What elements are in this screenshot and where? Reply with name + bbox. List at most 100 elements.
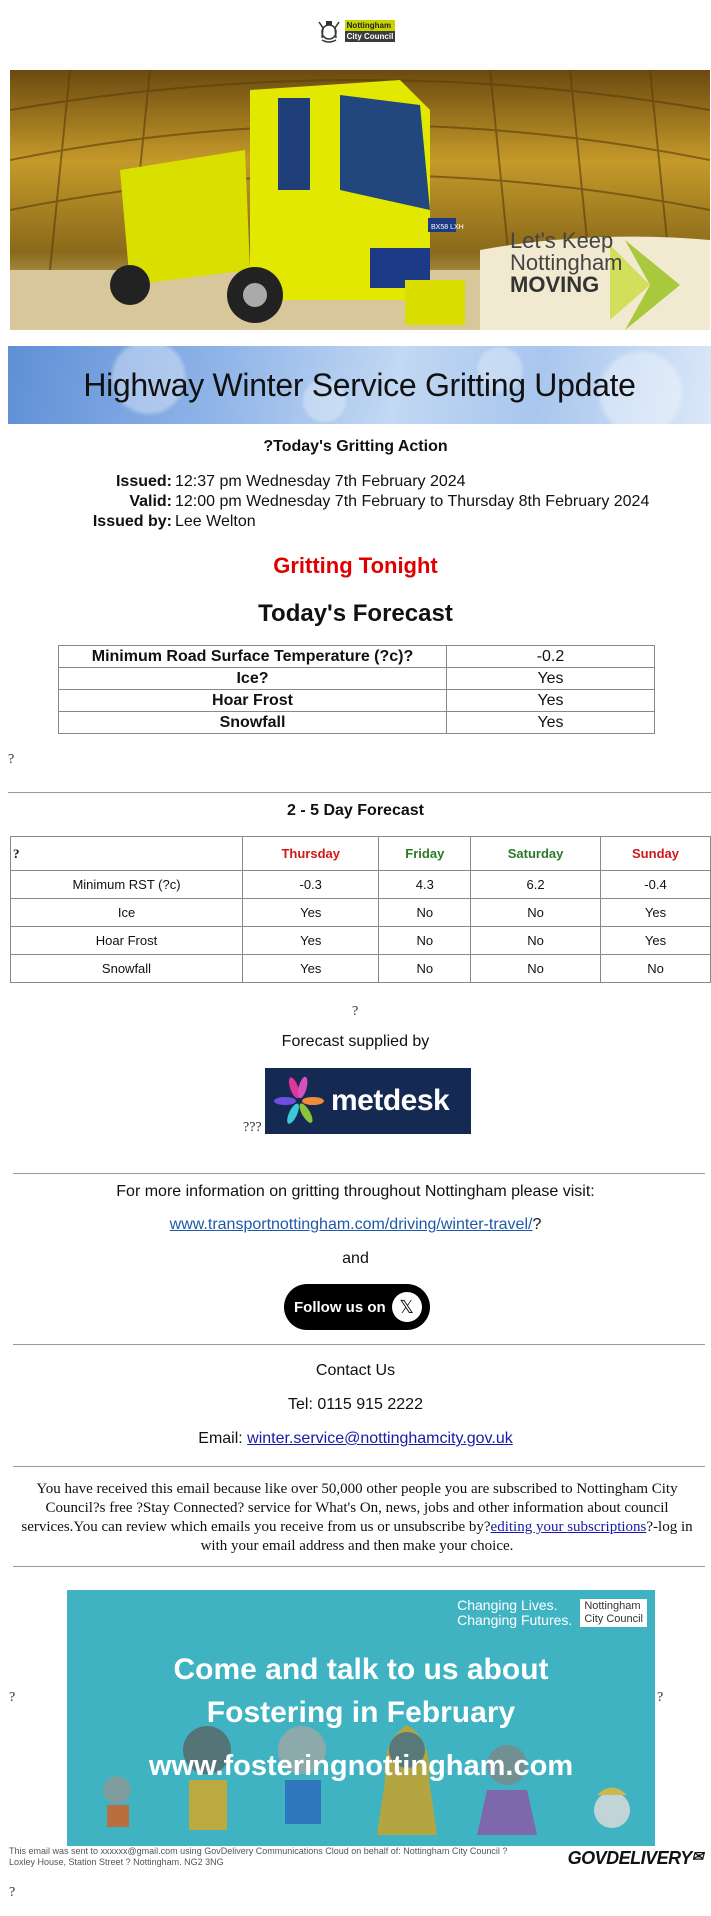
row-label: Snowfall — [10, 954, 243, 983]
contact-email-link[interactable]: winter.service@nottinghamcity.gov.uk — [247, 1430, 513, 1447]
cell: Yes — [241, 926, 380, 955]
cell: No — [470, 898, 602, 927]
contact-tel: Tel: 0115 915 2222 — [288, 1396, 423, 1413]
row-label: Hoar Frost — [10, 926, 243, 955]
cell: Yes — [600, 926, 711, 955]
fostering-partner-logos: Changing Lives. Changing Futures. Nottin… — [457, 1598, 647, 1628]
follow-label: Follow us on — [294, 1298, 386, 1316]
fostering-url: www.fosteringnottingham.com — [148, 1750, 574, 1782]
footer-line-1: This email was sent to xxxxxx@gmail.com … — [9, 1846, 508, 1856]
cell: No — [378, 954, 472, 983]
valid-value: 12:00 pm Wednesday 7th February to Thurs… — [175, 493, 650, 510]
headline-line-1: Come and talk to us about — [173, 1653, 549, 1686]
row-label: Ice — [10, 898, 243, 927]
day-header-thursday: Thursday — [241, 836, 380, 871]
divider — [13, 1566, 705, 1567]
forecast-supplied-by-label: Forecast supplied by — [281, 1033, 430, 1050]
fostering-headline: Come and talk to us about Fostering in F… — [67, 1648, 655, 1734]
placeholder-char: ? — [657, 1690, 664, 1705]
issued-by-value: Lee Welton — [175, 513, 256, 530]
issued-value: 12:37 pm Wednesday 7th February 2024 — [175, 473, 466, 490]
cell: 6.2 — [470, 870, 602, 899]
five-day-forecast-heading: 2 - 5 Day Forecast — [287, 802, 424, 819]
issued-label: Issued: — [115, 473, 172, 490]
row-label: Snowfall — [58, 711, 447, 734]
hero-gritter-image: BX58 LXH Let's Keep Nottingham MOVING — [10, 70, 710, 330]
row-label: Minimum Road Surface Temperature (?c)? — [58, 645, 447, 668]
day-header-friday: Friday — [378, 836, 472, 871]
tagline-line-1: Let's Keep — [510, 228, 614, 253]
ncc-line-1: Nottingham — [584, 1600, 641, 1612]
cell: No — [378, 898, 472, 927]
lets-keep-nottingham-moving-tagline: Let's Keep Nottingham MOVING — [510, 230, 623, 296]
nottingham-city-council-logo[interactable]: Nottingham City Council — [316, 18, 396, 44]
table-row: Minimum RST (?c) -0.3 4.3 6.2 -0.4 — [10, 870, 711, 899]
more-info-text: For more information on gritting through… — [116, 1183, 595, 1200]
issued-by-row: Issued by: Lee Welton — [0, 512, 711, 532]
placeholder-char: ? — [9, 1690, 16, 1705]
placeholder-char: ? — [352, 1004, 359, 1019]
table-header-row: ? Thursday Friday Saturday Sunday — [10, 836, 711, 871]
row-label: Hoar Frost — [58, 689, 447, 712]
row-value: -0.2 — [446, 645, 655, 668]
envelope-icon: ✉ — [691, 1848, 704, 1864]
valid-row: Valid: 12:00 pm Wednesday 7th February t… — [0, 492, 711, 512]
link-suffix: ? — [532, 1216, 542, 1233]
cell: No — [600, 954, 711, 983]
valid-label: Valid: — [129, 493, 172, 510]
edit-subscriptions-link[interactable]: editing your subscriptions — [491, 1519, 647, 1535]
banner-title: Highway Winter Service Gritting Update — [83, 366, 636, 403]
metdesk-logo[interactable]: metdesk — [265, 1068, 471, 1134]
table-row: Ice Yes No No Yes — [10, 898, 711, 927]
day-header-saturday: Saturday — [470, 836, 602, 871]
cell: Yes — [241, 898, 380, 927]
fostering-promo-banner[interactable]: Changing Lives. Changing Futures. Nottin… — [67, 1590, 655, 1846]
changing-lives-tagline: Changing Lives. — [457, 1597, 558, 1613]
cell: 4.3 — [378, 870, 472, 899]
corner-cell: ? — [10, 836, 243, 871]
logo-line-1: Nottingham — [344, 20, 396, 31]
tagline-line-2: Nottingham — [510, 250, 623, 275]
email-label: Email: — [198, 1430, 248, 1447]
metdesk-starburst-icon — [274, 1076, 324, 1124]
placeholder-char: ? — [8, 752, 15, 767]
footer-line-2: Loxley House, Station Street ? Nottingha… — [9, 1857, 224, 1867]
issued-by-label: Issued by: — [92, 513, 172, 530]
gritting-status: Gritting Tonight — [273, 553, 438, 578]
five-day-forecast-table: ? Thursday Friday Saturday Sunday Minimu… — [10, 836, 711, 983]
and-text: and — [342, 1250, 369, 1267]
tagline-line-3: MOVING — [510, 272, 600, 297]
subscription-disclaimer: You have received this email because lik… — [12, 1480, 702, 1556]
header-logo-wrap: Nottingham City Council — [0, 18, 711, 44]
winter-travel-link[interactable]: www.transportnottingham.com/driving/wint… — [170, 1216, 533, 1233]
cell: No — [470, 954, 602, 983]
truck-plate: BX58 LXH — [431, 224, 464, 231]
row-value: Yes — [446, 667, 655, 690]
divider — [13, 1466, 705, 1467]
cell: Yes — [241, 954, 380, 983]
footer-sent-notice: This email was sent to xxxxxx@gmail.com … — [9, 1846, 569, 1868]
table-row: Hoar Frost Yes No No Yes — [10, 926, 711, 955]
todays-forecast-table: Minimum Road Surface Temperature (?c)? -… — [58, 645, 655, 734]
metdesk-wordmark: metdesk — [331, 1084, 450, 1117]
row-label: Minimum RST (?c) — [10, 870, 243, 899]
table-row: Minimum Road Surface Temperature (?c)? -… — [58, 645, 655, 668]
gritting-update-banner: Highway Winter Service Gritting Update — [8, 346, 711, 424]
cell: Yes — [600, 898, 711, 927]
table-row: Hoar Frost Yes — [58, 689, 655, 712]
contact-us-heading: Contact Us — [315, 1362, 396, 1379]
council-crest-icon — [318, 21, 340, 43]
cell: No — [378, 926, 472, 955]
ncc-line-2: City Council — [584, 1613, 643, 1625]
cell: No — [470, 926, 602, 955]
issued-row: Issued: 12:37 pm Wednesday 7th February … — [0, 472, 711, 492]
contact-email-row: Email: winter.service@nottinghamcity.gov… — [0, 1430, 711, 1448]
follow-us-on-x-button[interactable]: Follow us on 𝕏 — [284, 1284, 430, 1330]
ncc-logo-box: Nottingham City Council — [580, 1599, 647, 1627]
row-label: Ice? — [58, 667, 447, 690]
cell: -0.3 — [241, 870, 380, 899]
todays-gritting-action-heading: ?Today's Gritting Action — [263, 438, 448, 455]
todays-forecast-heading: Today's Forecast — [258, 600, 453, 627]
govdelivery-logo[interactable]: GOVDELIVERY✉ — [568, 1848, 704, 1869]
placeholder-char: ? — [9, 1885, 16, 1900]
